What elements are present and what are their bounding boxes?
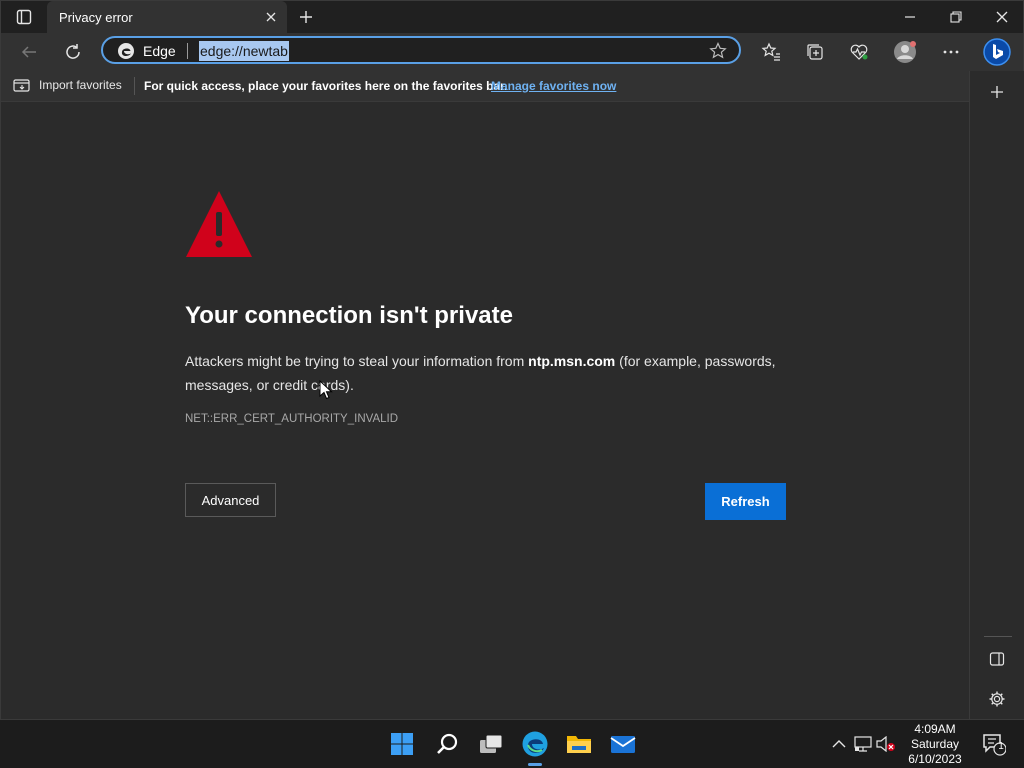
- chevron-up-icon: [832, 740, 846, 748]
- network-tray-button[interactable]: [853, 734, 873, 754]
- avatar-icon: [894, 41, 916, 63]
- edge-sidebar: [969, 71, 1024, 719]
- refresh-icon: [66, 44, 80, 59]
- import-favorites-label: Import favorites: [39, 78, 122, 92]
- task-view-button[interactable]: [475, 728, 507, 760]
- settings-more-button[interactable]: [935, 36, 967, 68]
- favorites-button[interactable]: [755, 36, 787, 68]
- volume-tray-button[interactable]: [876, 734, 896, 754]
- edge-logo-icon: [118, 43, 134, 59]
- error-page: Your connection isn't private Attackers …: [1, 102, 969, 719]
- address-brand-label: Edge: [143, 43, 176, 59]
- error-host: ntp.msn.com: [528, 353, 616, 369]
- refresh-page-button[interactable]: Refresh: [705, 483, 786, 520]
- clock[interactable]: 4:09AM Saturday 6/10/2023: [900, 722, 970, 767]
- error-heading: Your connection isn't private: [185, 302, 513, 329]
- sidebar-panel-icon: [989, 652, 1005, 666]
- navigation-toolbar: Edge edge://newtab: [1, 33, 1023, 71]
- tab-title: Privacy error: [59, 10, 133, 25]
- tab-actions-icon: [16, 9, 32, 25]
- clock-date: 6/10/2023: [908, 752, 962, 766]
- notifications-button[interactable]: 1: [982, 732, 1007, 756]
- error-message: Attackers might be trying to steal your …: [185, 349, 785, 397]
- url-text[interactable]: edge://newtab: [199, 41, 289, 61]
- restore-button[interactable]: [933, 1, 979, 33]
- favorites-prompt: For quick access, place your favorites h…: [144, 79, 508, 93]
- hide-sidebar-button[interactable]: [983, 645, 1011, 673]
- address-separator: [187, 43, 188, 59]
- close-icon: [996, 11, 1008, 23]
- taskbar: 4:09AM Saturday 6/10/2023 1: [0, 720, 1024, 768]
- advanced-button[interactable]: Advanced: [185, 483, 276, 517]
- favorites-bar: Import favorites For quick access, place…: [1, 71, 969, 102]
- search-icon: [437, 733, 458, 754]
- collections-icon: [807, 44, 823, 60]
- manage-favorites-link[interactable]: Manage favorites now: [491, 79, 616, 93]
- tab-close-button[interactable]: [263, 9, 279, 25]
- new-tab-button[interactable]: [295, 6, 317, 28]
- mail-button[interactable]: [607, 728, 639, 760]
- title-bar: Privacy error: [1, 1, 1023, 33]
- browser-essentials-button[interactable]: [843, 36, 875, 68]
- heart-pulse-icon: [850, 44, 868, 60]
- windows-logo-icon: [391, 733, 413, 755]
- taskbar-edge-button[interactable]: [519, 728, 551, 760]
- bing-chat-button[interactable]: [981, 36, 1013, 68]
- plus-icon: [300, 11, 312, 23]
- browser-window: Privacy error Edge edge://newtab Import …: [0, 0, 1024, 720]
- back-arrow-icon: [21, 46, 36, 58]
- refresh-button[interactable]: [57, 36, 89, 68]
- error-code[interactable]: NET::ERR_CERT_AUTHORITY_INVALID: [185, 413, 398, 425]
- tab-actions-button[interactable]: [9, 6, 39, 28]
- more-dots-icon: [943, 50, 959, 54]
- gear-icon: [989, 691, 1005, 707]
- favorites-star-list-icon: [761, 42, 780, 61]
- error-message-start: Attackers might be trying to steal your …: [185, 353, 529, 369]
- close-icon: [266, 12, 276, 22]
- mail-icon: [610, 736, 636, 753]
- sidebar-divider: [984, 636, 1012, 637]
- tab-privacy-error[interactable]: Privacy error: [47, 1, 287, 33]
- active-app-indicator: [528, 763, 542, 766]
- import-favorites-icon: [13, 79, 30, 92]
- restore-icon: [950, 11, 962, 23]
- sidebar-add-button[interactable]: [983, 78, 1011, 106]
- star-icon[interactable]: [709, 42, 727, 60]
- search-button[interactable]: [431, 728, 463, 760]
- address-bar[interactable]: Edge edge://newtab: [101, 36, 741, 64]
- clock-time: 4:09AM: [914, 722, 956, 736]
- file-explorer-button[interactable]: [563, 728, 595, 760]
- minimize-icon: [905, 16, 915, 18]
- plus-icon: [991, 86, 1003, 98]
- volume-muted-icon: [876, 736, 895, 752]
- start-button[interactable]: [386, 728, 418, 760]
- mouse-cursor-icon: [319, 380, 333, 400]
- edge-logo-icon: [522, 731, 548, 757]
- profile-button[interactable]: [889, 36, 921, 68]
- sidebar-settings-button[interactable]: [983, 685, 1011, 713]
- folder-icon: [567, 736, 591, 753]
- close-window-button[interactable]: [979, 1, 1024, 33]
- collections-button[interactable]: [799, 36, 831, 68]
- import-favorites-button[interactable]: Import favorites: [13, 77, 122, 93]
- bing-icon: [983, 38, 1011, 66]
- minimize-button[interactable]: [887, 1, 933, 33]
- clock-day: Saturday: [910, 737, 960, 751]
- back-button[interactable]: [13, 36, 45, 68]
- show-hidden-icons-button[interactable]: [829, 734, 849, 754]
- network-icon: [854, 736, 872, 752]
- task-view-icon: [480, 734, 503, 753]
- favorites-divider: [134, 77, 135, 95]
- warning-triangle-icon: [186, 191, 252, 257]
- notification-count: 1: [998, 741, 1004, 752]
